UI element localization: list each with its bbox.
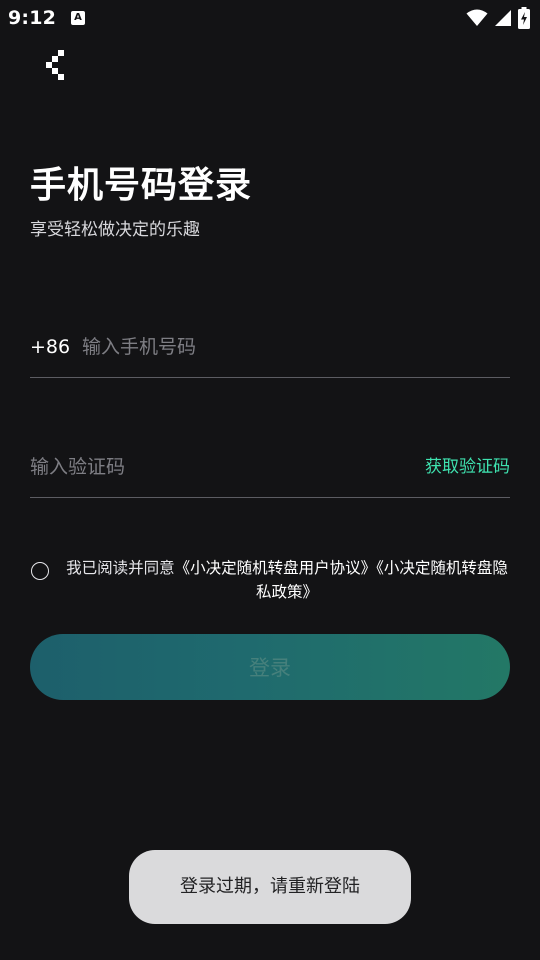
get-code-button[interactable]: 获取验证码 (425, 454, 510, 480)
login-button[interactable]: 登录 (30, 634, 510, 700)
status-time: 9:12 (8, 7, 57, 29)
agreement: 我已阅读并同意《小决定随机转盘用户协议》《小决定随机转盘隐私政策》 (30, 556, 510, 608)
battery-charging-icon (518, 7, 530, 29)
wifi-icon (466, 9, 488, 27)
status-icons (466, 6, 530, 30)
verification-code-input[interactable] (30, 450, 390, 484)
agree-checkbox[interactable] (31, 562, 49, 580)
back-chevron-icon (46, 50, 66, 84)
agreement-text: 我已阅读并同意《小决定随机转盘用户协议》《小决定随机转盘隐私政策》 (64, 556, 510, 604)
page-title: 手机号码登录 (30, 165, 253, 206)
toast-message: 登录过期，请重新登陆 (129, 850, 411, 924)
status-bar: 9:12 A (0, 0, 540, 36)
cell-signal-icon (494, 9, 512, 27)
phone-field: +86 (30, 324, 510, 378)
back-button[interactable] (36, 46, 76, 88)
user-agreement-link[interactable]: 《小决定随机转盘用户协议》 (175, 559, 377, 577)
phone-input[interactable] (82, 330, 502, 364)
country-code[interactable]: +86 (30, 334, 70, 360)
page-subtitle: 享受轻松做决定的乐趣 (30, 220, 200, 240)
code-field: 获取验证码 (30, 444, 510, 498)
agreement-prefix: 我已阅读并同意 (66, 559, 175, 577)
app-notification-icon: A (71, 11, 85, 25)
login-screen: 9:12 A 手机号码登录 享受轻松做决定的乐趣 +86 输入手机号码 输入验证… (0, 0, 540, 960)
